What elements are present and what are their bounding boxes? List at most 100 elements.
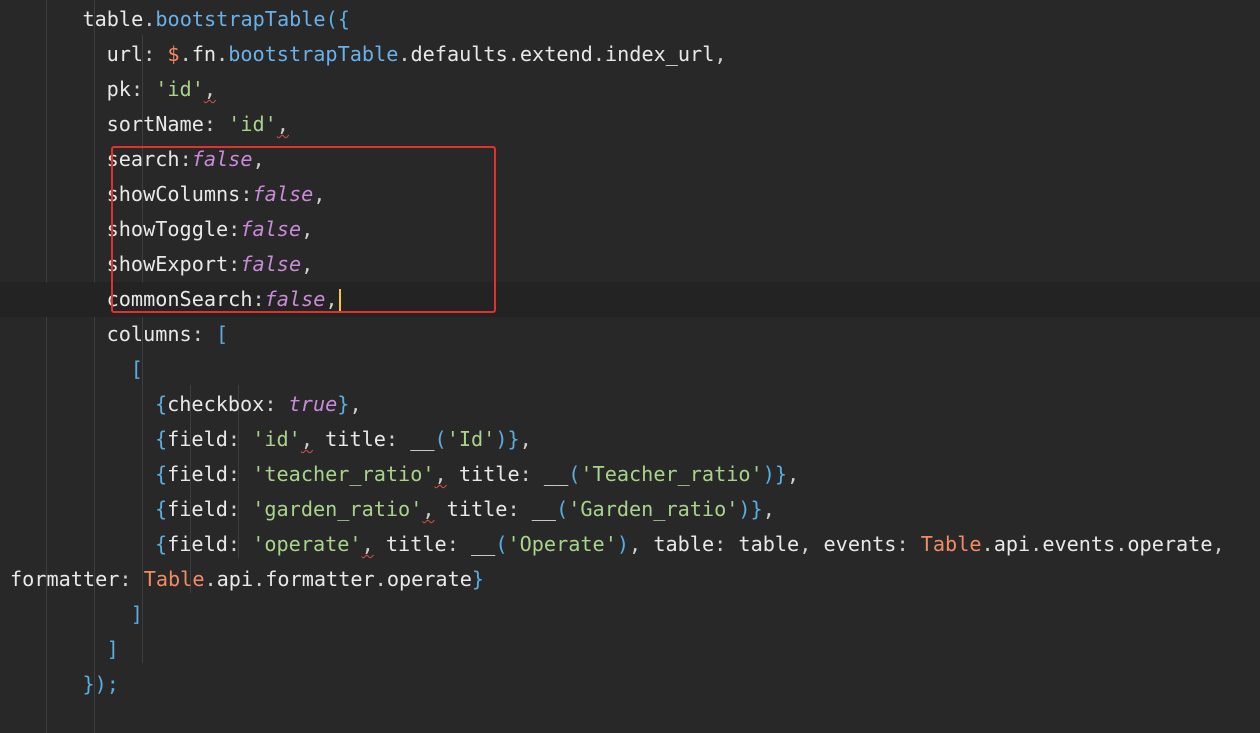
code-line[interactable]: {field: 'operate', title: __('Operate'),… [0,527,1260,562]
code-line[interactable]: table.bootstrapTable({ [0,2,1260,37]
code-line[interactable]: search:false, [0,142,1260,177]
code-token: index_url [604,42,715,66]
code-token: , [203,77,217,101]
code-token: . [204,567,217,591]
code-token: : [191,322,217,346]
code-token: : [519,462,544,486]
code-line[interactable]: {field: 'garden_ratio', title: __('Garde… [0,492,1260,527]
code-token: 'operate' [252,532,362,556]
code-token: } [471,567,485,591]
code-token: ] [130,602,143,626]
code-token: 'teacher_ratio' [252,462,435,486]
code-token: } [337,392,350,416]
code-token: showToggle [106,217,229,241]
code-token: , [422,497,435,521]
code-token: { [154,392,168,416]
code-token: , [434,462,447,486]
code-token: __ [543,462,569,486]
code-token: , [301,252,314,276]
code-token: { [154,427,168,451]
code-token: : [240,182,253,206]
code-line[interactable]: {field: 'id', title: __('Id')}, [0,422,1260,457]
code-token: : [119,567,144,591]
code-line[interactable]: pk: 'id', [0,72,1260,107]
code-token: ) [616,532,630,556]
code-line[interactable]: sortName: 'id', [0,107,1260,142]
code-token: bootstrapTable [155,7,326,31]
code-token: ( [434,427,447,451]
code-token: commonSearch [106,287,253,311]
code-token: }); [82,672,119,696]
code-token: . [374,567,387,591]
code-token: { [154,532,168,556]
code-token: sortName [106,112,204,136]
code-line[interactable]: {field: 'teacher_ratio', title: __('Teac… [0,457,1260,492]
code-token: , [1212,532,1225,556]
code-token: operate [1127,532,1213,556]
code-line[interactable]: [ [0,352,1260,387]
code-token: : [385,427,411,451]
code-token: formatter [265,567,375,591]
code-token: ) [495,427,508,451]
code-line[interactable]: columns: [ [0,317,1260,352]
code-token: , [762,497,775,521]
code-line[interactable]: ] [0,632,1260,667]
code-token: Table [920,532,982,556]
code-token: , [276,112,289,136]
code-token: : [228,252,241,276]
code-token: 'garden_ratio' [252,497,423,521]
code-token: ) [738,497,751,521]
code-line[interactable]: showExport:false, [0,247,1260,282]
code-token: . [253,567,266,591]
code-token: : [227,427,253,451]
code-token: . [981,532,994,556]
code-token: : [896,532,921,556]
code-token: : [227,532,253,556]
code-line[interactable]: formatter: Table.api.formatter.operate} [0,562,1260,597]
code-token: ({ [325,7,350,31]
code-token: table [641,532,715,556]
code-token: : [252,287,265,311]
code-token: false [191,147,253,171]
code-token: field [167,532,228,556]
code-token: extend [519,42,593,66]
code-token: ( [495,532,508,556]
code-token: events [1042,532,1116,556]
code-token: events [811,532,897,556]
code-line[interactable]: }); [0,667,1260,702]
code-line[interactable]: showColumns:false, [0,177,1260,212]
code-token: Table [143,567,205,591]
code-token: : [714,532,739,556]
code-token: __ [531,497,557,521]
code-token: title [312,427,386,451]
code-token: : [227,462,253,486]
code-token: field [167,427,228,451]
code-editor[interactable]: table.bootstrapTable({url: $.fn.bootstra… [0,0,1260,733]
code-token: : [130,77,156,101]
code-line[interactable]: ] [0,597,1260,632]
code-token: , [519,427,532,451]
code-token: bootstrapTable [228,42,399,66]
code-token: ( [568,462,581,486]
code-token: columns [106,322,192,346]
code-token: api [216,567,254,591]
code-line[interactable]: commonSearch:false, [0,282,1260,317]
code-token: , [313,182,326,206]
code-token: : [227,497,253,521]
code-token: __ [471,532,496,556]
code-token: : [203,112,229,136]
code-token: . [216,42,229,66]
code-line[interactable]: url: $.fn.bootstrapTable.defaults.extend… [0,37,1260,72]
code-token: . [1030,532,1043,556]
code-token: } [507,427,520,451]
code-line[interactable]: showToggle:false, [0,212,1260,247]
code-token: , [349,392,362,416]
code-token: 'id' [155,77,204,101]
code-token: : [446,532,471,556]
code-line[interactable]: {checkbox: true}, [0,387,1260,422]
code-token: 'Operate' [507,532,617,556]
code-token: api [993,532,1031,556]
code-token: url [106,42,144,66]
code-token: } [750,497,763,521]
code-token: search [106,147,180,171]
